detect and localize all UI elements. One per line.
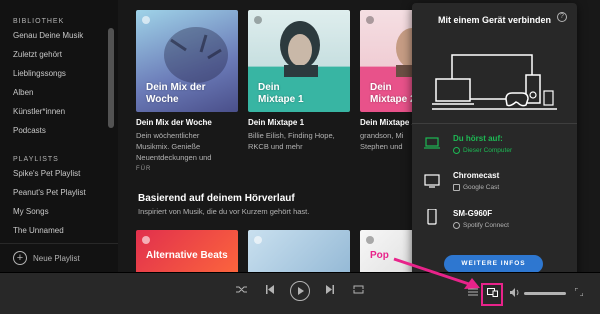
device-name: SM-G960F [453, 209, 493, 218]
device-chromecast[interactable]: Chromecast Google Cast [424, 171, 569, 197]
spotify-logo-icon [254, 236, 262, 244]
playlist-item[interactable]: My Songs [0, 202, 118, 221]
device-phone[interactable]: SM-G960F Spotify Connect [424, 209, 569, 235]
cover-title: Dein Mix der Woche [146, 82, 206, 105]
playlist-card[interactable]: Dein Mixtape 1 Dein Mixtape 1 Billie Eil… [248, 10, 350, 152]
playlist-cover[interactable] [248, 230, 350, 272]
device-name: Du hörst auf: [453, 134, 503, 143]
device-type-label: Dieser Computer [463, 147, 513, 154]
playlist-cover[interactable]: Alternative Beats [136, 230, 238, 272]
fullscreen-icon[interactable] [575, 288, 583, 296]
spotify-logo-icon [366, 236, 374, 244]
section-subtitle: Inspiriert von Musik, die du vor Kurzem … [138, 207, 310, 216]
sidebar: BIBLIOTHEK Genau Deine Musik Zuletzt geh… [0, 0, 118, 272]
popup-title: Mit einem Gerät verbinden [437, 15, 552, 25]
cover-title: Alternative Beats [146, 250, 228, 261]
connect-device-popup: Mit einem Gerät verbinden ? Du hörst auf… [412, 3, 577, 280]
cast-icon [453, 184, 460, 191]
card-desc-line: Musikmix. Genieße [136, 142, 201, 151]
card-desc-line: Dein wöchentlicher [136, 131, 200, 140]
device-name: Chromecast [453, 171, 500, 180]
play-button[interactable] [290, 281, 310, 301]
new-playlist-label: Neue Playlist [33, 253, 80, 263]
device-type: Spotify Connect [453, 222, 509, 229]
help-icon[interactable]: ? [557, 12, 567, 22]
card-desc-line: Billie Eilish, Finding Hope, [248, 131, 335, 140]
annotation-highlight [481, 283, 503, 306]
playlist-cover[interactable]: Dein Mix der Woche [136, 10, 238, 112]
plus-icon: + [13, 251, 27, 265]
card-title[interactable]: Dein Mixtape 1 [248, 118, 350, 127]
sidebar-item-artists[interactable]: Künstler*innen [0, 102, 118, 121]
library-header: BIBLIOTHEK [13, 18, 65, 25]
card-desc-line: RKCB und mehr [248, 142, 303, 151]
playlist-item[interactable]: The Unnamed [0, 221, 118, 240]
sidebar-item-liked-songs[interactable]: Lieblingssongs [0, 64, 118, 83]
cover-title: Dein Mixtape 1 [258, 82, 304, 105]
card-desc-line: Neuentdeckungen und [136, 153, 212, 162]
sidebar-item-albums[interactable]: Alben [0, 83, 118, 102]
volume-slider[interactable] [524, 292, 566, 295]
playlist-cover[interactable]: Dein Mixtape 1 [248, 10, 350, 112]
device-type-label: Spotify Connect [463, 222, 509, 229]
volume-icon[interactable] [510, 288, 521, 297]
tv-icon [424, 174, 440, 188]
popup-divider [412, 123, 577, 124]
sidebar-item-made-for-you[interactable]: Genau Deine Musik [0, 26, 118, 45]
annotation-arrow-icon [393, 257, 480, 289]
laptop-icon [424, 137, 440, 149]
player-bar [0, 272, 600, 314]
sidebar-scrollbar[interactable] [108, 28, 114, 128]
sidebar-item-podcasts[interactable]: Podcasts [0, 121, 118, 140]
cover-title: Pop [370, 250, 389, 261]
spotify-logo-icon [142, 236, 150, 244]
speaker-icon [453, 147, 460, 154]
new-playlist-button[interactable]: + Neue Playlist [0, 243, 118, 272]
previous-icon[interactable] [266, 285, 274, 294]
sidebar-item-recently-played[interactable]: Zuletzt gehört [0, 45, 118, 64]
device-type: Dieser Computer [453, 147, 512, 154]
shuffle-icon[interactable] [236, 285, 247, 294]
section-title[interactable]: Basierend auf deinem Hörverlauf [138, 193, 295, 204]
card-title[interactable]: Dein Mix der Woche [136, 118, 238, 127]
phone-icon [427, 209, 437, 225]
next-icon[interactable] [326, 285, 334, 294]
playlist-card[interactable]: Dein Mix der Woche Dein Mix der Woche De… [136, 10, 238, 172]
card-footer: FÜR [136, 166, 152, 172]
devices-illustration [432, 54, 557, 110]
playlist-item[interactable]: Peanut's Pet Playlist [0, 183, 118, 202]
playlist-item[interactable]: Spike's Pet Playlist [0, 164, 118, 183]
device-type: Google Cast [453, 184, 499, 191]
device-this-computer[interactable]: Du hörst auf: Dieser Computer [424, 134, 569, 160]
repeat-icon[interactable] [353, 285, 364, 294]
device-type-label: Google Cast [463, 184, 500, 191]
playlists-header: PLAYLISTS [13, 156, 59, 163]
speaker-icon [453, 222, 460, 229]
